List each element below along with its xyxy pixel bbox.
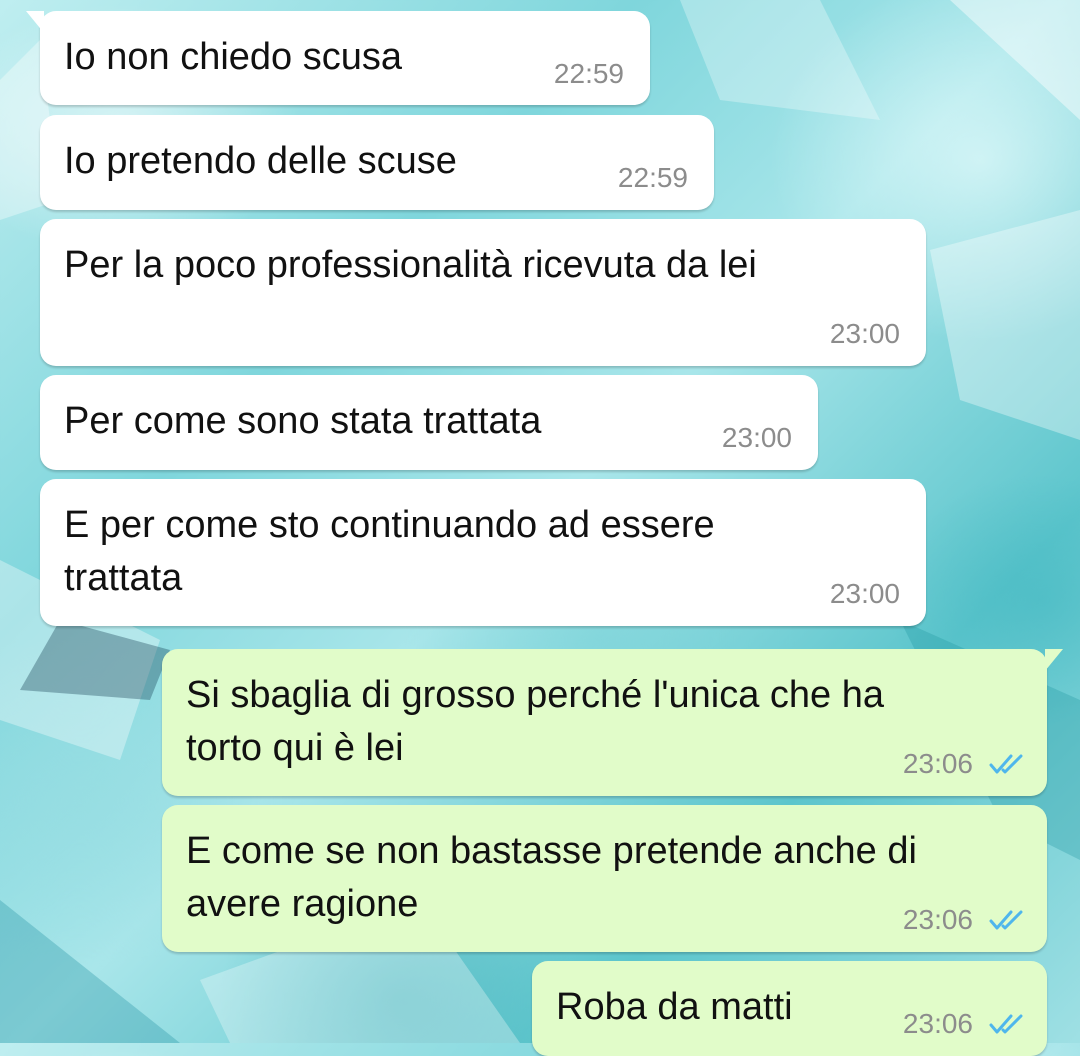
message-bubble-incoming[interactable]: Per come sono stata trattata 23:00 [40,375,818,470]
message-bubble-incoming[interactable]: Per la poco professionalità ricevuta da … [40,219,926,366]
double-check-icon [989,1014,1023,1034]
message-text-line: Si sbaglia di grosso perché l'unica che … [186,674,885,716]
message-text-line: trattata [64,557,183,599]
message-timestamp: 23:06 [902,748,973,779]
message-timestamp: 22:59 [617,162,688,193]
message-bubble-outgoing[interactable]: Si sbaglia di grosso perché l'unica che … [162,649,1063,796]
message-timestamp: 22:59 [553,58,624,89]
double-check-icon [989,754,1023,774]
message-text: Per come sono stata trattata [64,400,542,442]
message-bubble-outgoing[interactable]: E come se non bastasse pretende anche di… [162,805,1047,952]
message-timestamp: 23:00 [829,578,900,609]
bubble-tail [26,11,44,33]
message-timestamp: 23:06 [902,904,973,935]
message-bubble-outgoing[interactable]: Roba da matti 23:06 [532,961,1047,1056]
message-text: Roba da matti [556,986,793,1028]
message-timestamp: 23:00 [721,422,792,453]
message-text-line: torto qui è lei [186,727,404,769]
double-check-icon [989,910,1023,930]
bubble-tail [1045,649,1063,671]
message-bubble-incoming[interactable]: Io non chiedo scusa 22:59 [26,11,650,105]
message-text: Io pretendo delle scuse [64,140,457,182]
message-text: Io non chiedo scusa [64,36,403,78]
message-bubble-incoming[interactable]: E per come sto continuando ad essere tra… [40,479,926,626]
message-text: Per la poco professionalità ricevuta da … [64,244,757,286]
message-text-line: avere ragione [186,883,419,925]
message-text-line: E come se non bastasse pretende anche di [186,830,917,872]
message-text-line: E per come sto continuando ad essere [64,504,715,546]
message-bubble-incoming[interactable]: Io pretendo delle scuse 22:59 [40,115,714,210]
message-timestamp: 23:00 [829,318,900,349]
message-timestamp: 23:06 [902,1008,973,1039]
